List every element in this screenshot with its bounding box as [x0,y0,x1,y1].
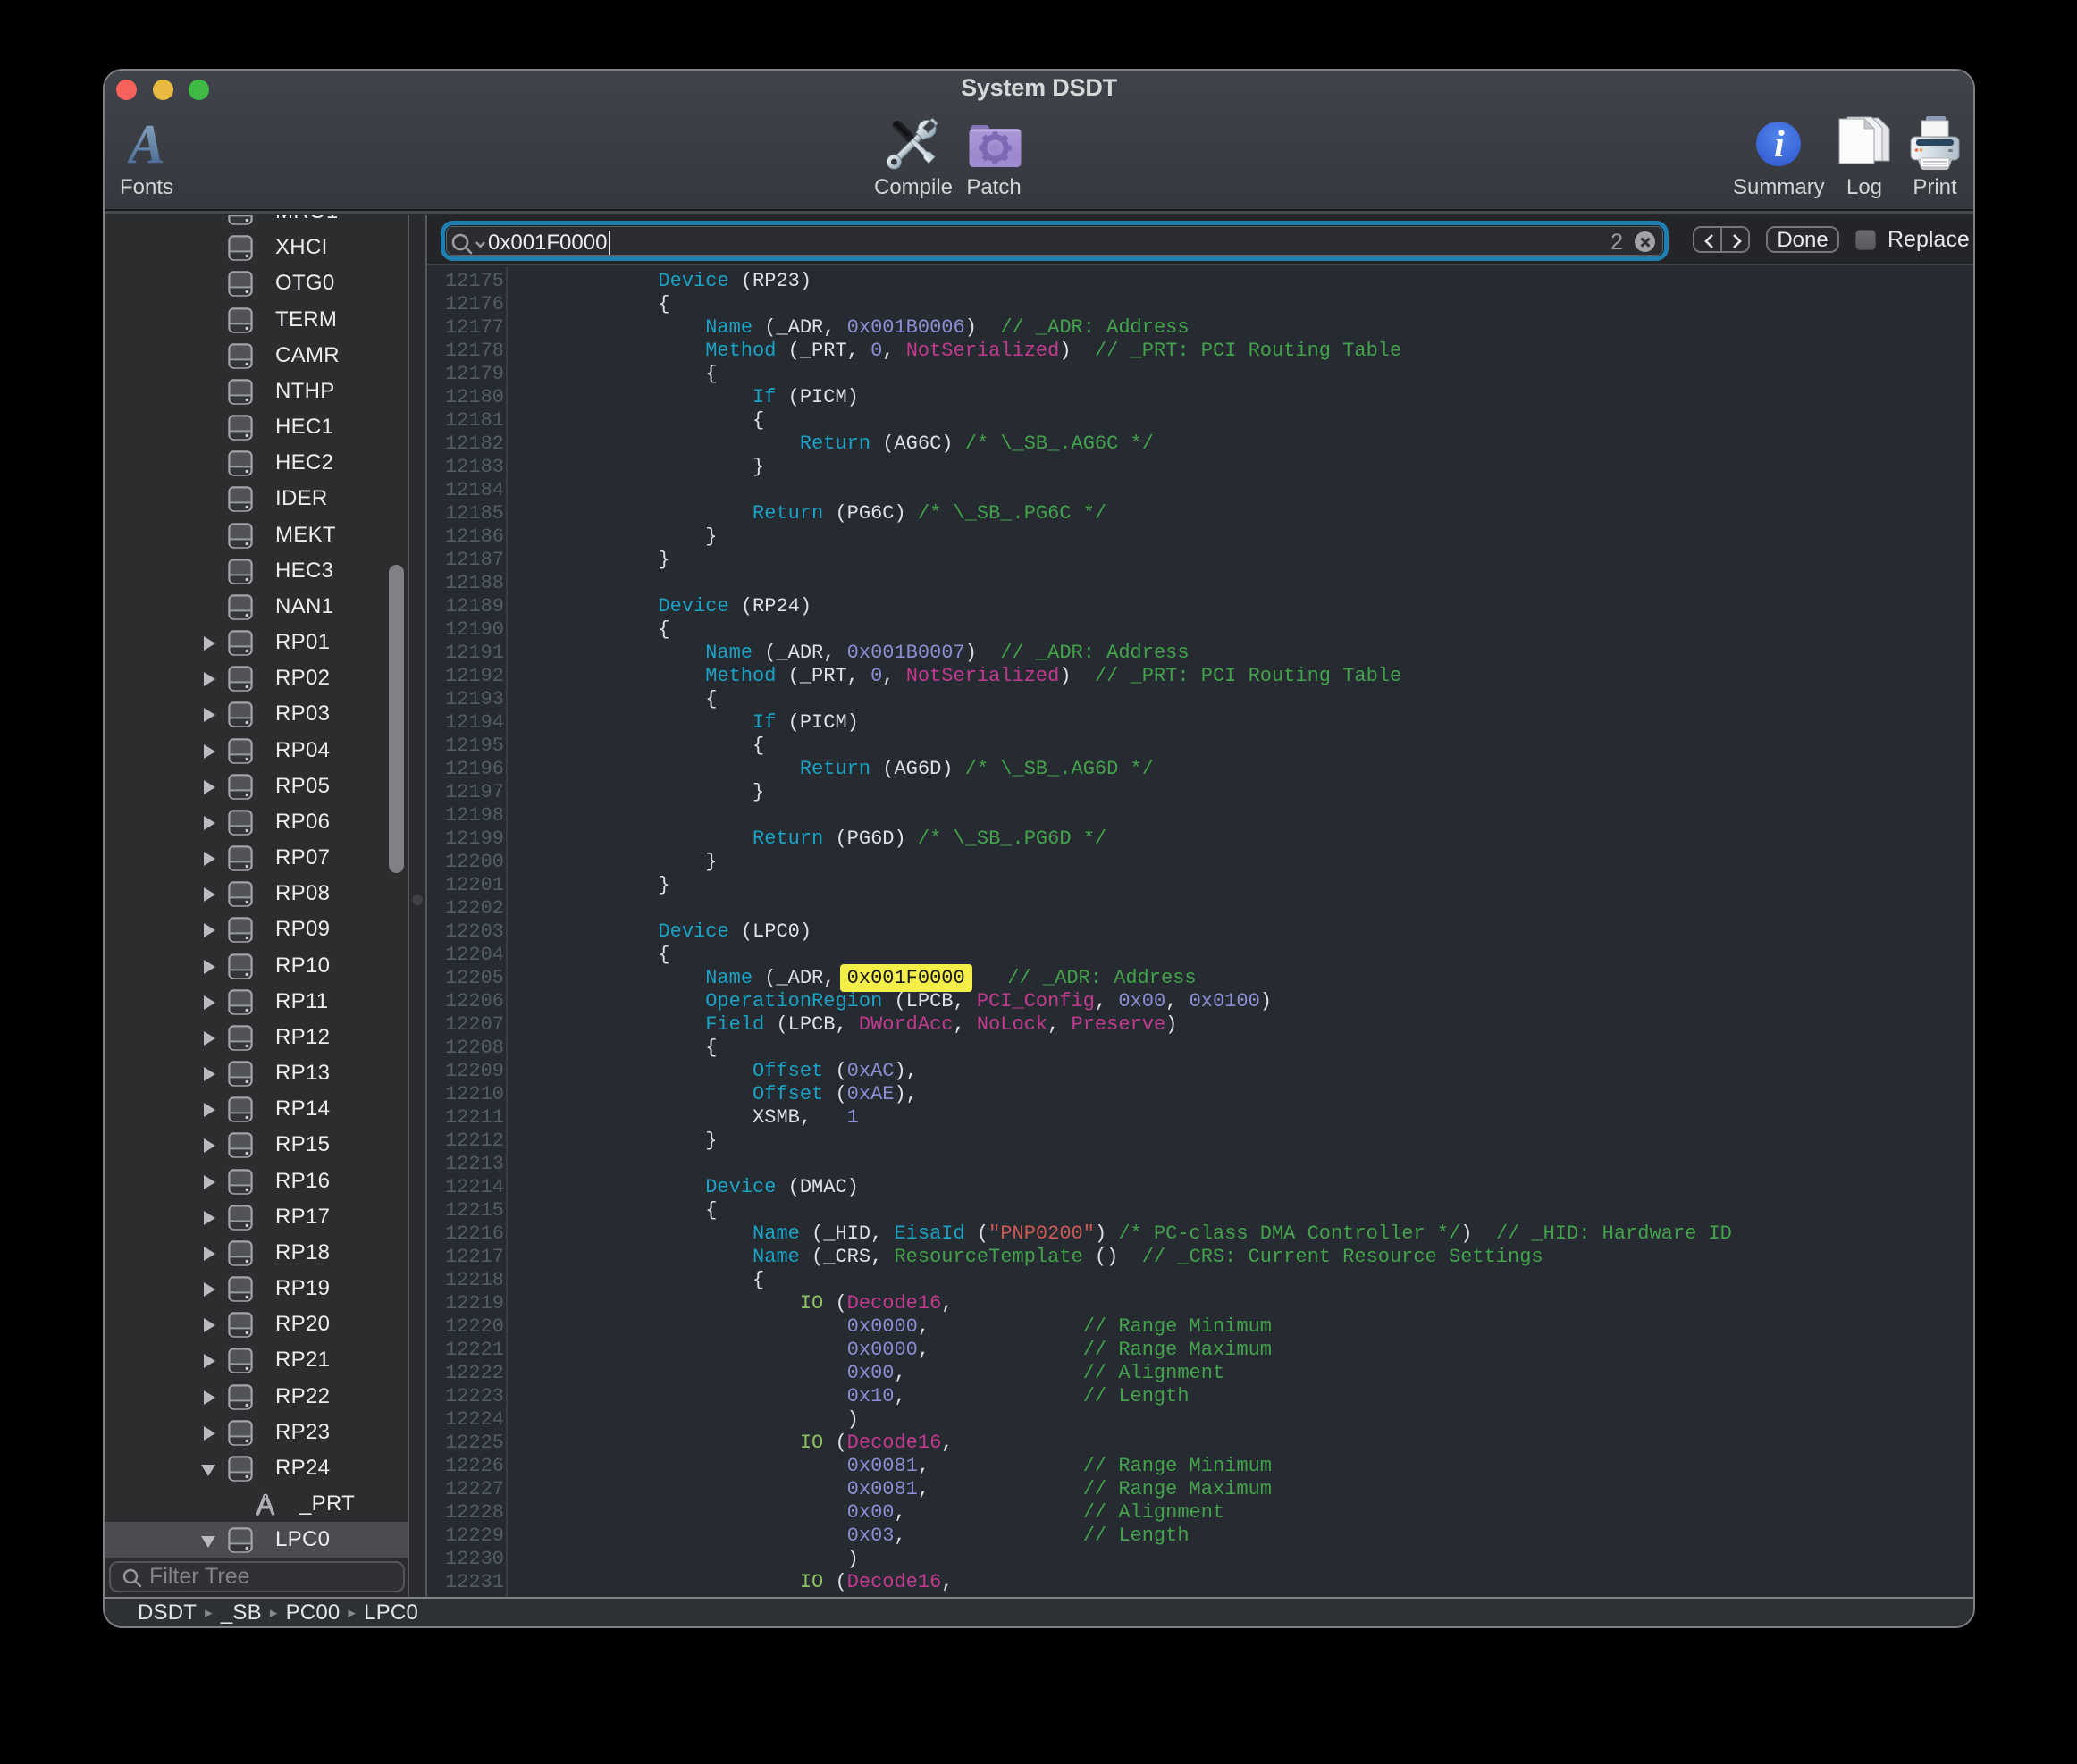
svg-text:i: i [1774,124,1785,165]
